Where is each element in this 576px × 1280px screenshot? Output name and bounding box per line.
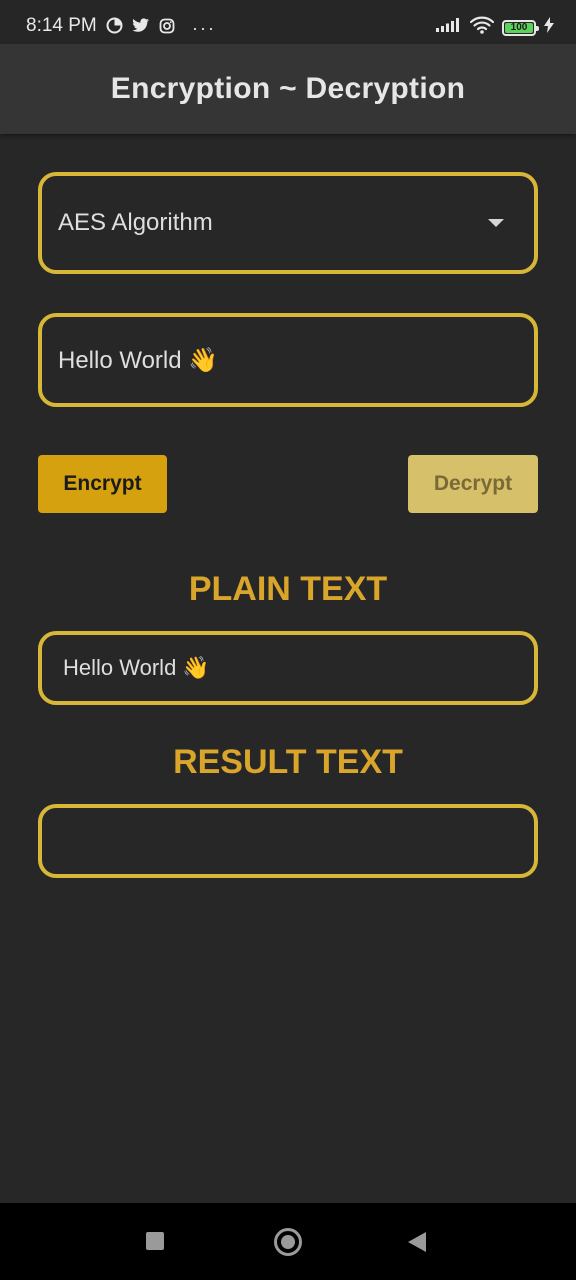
status-bar: 8:14 PM ··· 100	[0, 0, 576, 44]
battery-icon: 100	[502, 19, 539, 36]
text-input-value: Hello World 👋	[58, 346, 219, 374]
text-input[interactable]: Hello World 👋	[38, 313, 538, 407]
recents-icon[interactable]	[146, 1232, 164, 1250]
result-text-box	[38, 804, 538, 878]
dropdown-arrow-icon	[488, 219, 504, 227]
status-time: 8:14 PM	[26, 15, 97, 36]
navigation-bar	[0, 1203, 576, 1280]
page-title: Encryption ~ Decryption	[110, 72, 466, 105]
plain-text-heading: PLAIN TEXT	[188, 570, 388, 608]
app-bar: Encryption ~ Decryption	[0, 44, 576, 134]
home-icon[interactable]	[274, 1228, 302, 1256]
signal-icon	[436, 18, 462, 37]
twitter-icon	[132, 18, 150, 38]
more-notifications-icon: ···	[192, 18, 216, 38]
algorithm-dropdown[interactable]: AES Algorithm	[38, 172, 538, 274]
status-system-icons: 100	[436, 16, 554, 39]
charging-icon	[544, 17, 554, 38]
plain-text-value: Hello World 👋	[63, 655, 210, 680]
result-text-heading: RESULT TEXT	[173, 743, 403, 781]
wifi-icon	[469, 16, 495, 39]
encrypt-button[interactable]: Encrypt	[38, 455, 167, 513]
back-icon[interactable]	[408, 1232, 426, 1252]
status-notification-icons: ···	[106, 17, 216, 39]
instagram-icon	[159, 18, 175, 39]
decrypt-button[interactable]: Decrypt	[408, 455, 538, 513]
battery-level: 100	[510, 22, 528, 33]
algorithm-selected-value: AES Algorithm	[58, 209, 213, 236]
data-saver-icon	[106, 17, 123, 39]
plain-text-box: Hello World 👋	[38, 631, 538, 705]
